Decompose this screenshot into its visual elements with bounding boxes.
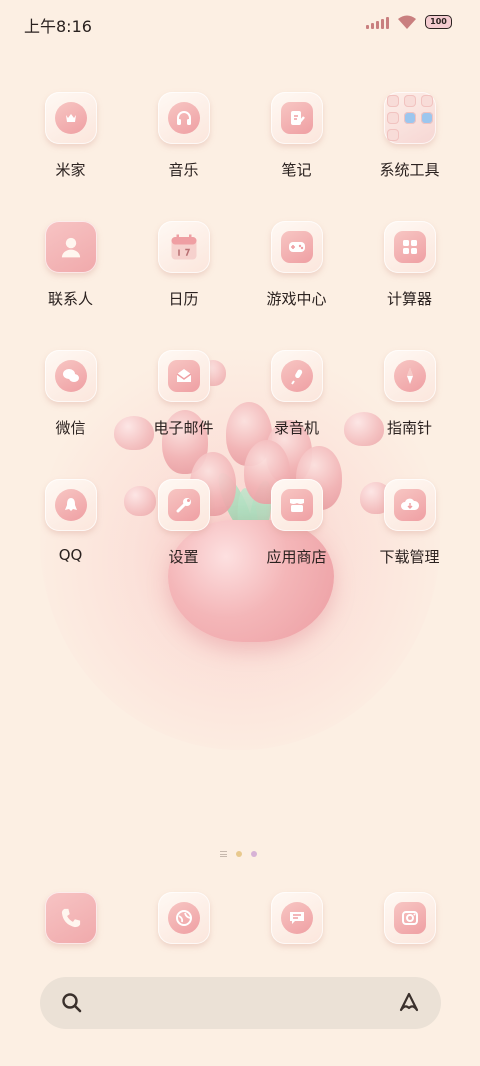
app-tile[interactable] (157, 350, 210, 402)
app-calendar[interactable]: 日历 (127, 217, 240, 346)
app-label: 微信 (55, 419, 86, 437)
compass-icon (393, 360, 426, 392)
page-indicator[interactable] (220, 851, 257, 857)
app-row: 米家 音乐 笔记 系统工具 (0, 88, 480, 217)
app-tile[interactable] (157, 92, 210, 144)
app-notes[interactable]: 笔记 (240, 88, 353, 217)
app-label: 应用商店 (266, 548, 327, 566)
person-icon (61, 237, 80, 258)
app-tile[interactable] (157, 221, 210, 273)
app-recorder[interactable]: 录音机 (240, 346, 353, 475)
app-game-center[interactable]: 游戏中心 (240, 217, 353, 346)
app-tile[interactable] (383, 892, 436, 944)
app-tile[interactable] (383, 221, 436, 273)
status-time: 上午8:16 (24, 17, 92, 36)
app-tile[interactable] (44, 892, 97, 944)
app-row: QQ 设置 应用商店 下载管理 (0, 475, 480, 604)
app-settings[interactable]: 设置 (127, 475, 240, 604)
app-contacts[interactable]: 联系人 (14, 217, 127, 346)
app-tile[interactable] (44, 350, 97, 402)
calendar-icon (171, 234, 196, 260)
battery-icon: 100 (425, 15, 452, 29)
app-email[interactable]: 电子邮件 (127, 346, 240, 475)
app-label: 电子邮件 (153, 419, 214, 437)
dock-browser[interactable] (127, 888, 240, 944)
app-wechat[interactable]: 微信 (14, 346, 127, 475)
app-label: 下载管理 (379, 548, 440, 566)
globe-icon (167, 902, 200, 934)
app-calculator[interactable]: 计算器 (353, 217, 466, 346)
headphones-icon (167, 102, 200, 134)
store-icon (280, 489, 313, 521)
calculator-icon (393, 231, 426, 263)
app-label: QQ (58, 546, 83, 564)
signal-icon (366, 15, 389, 29)
app-label: 计算器 (386, 290, 432, 308)
penguin-icon (54, 489, 87, 521)
app-label: 游戏中心 (266, 290, 327, 308)
app-tile[interactable] (383, 350, 436, 402)
dock (0, 888, 480, 944)
folder-icon[interactable] (383, 92, 436, 144)
app-label: 指南针 (386, 419, 432, 437)
search-input[interactable] (96, 989, 376, 1017)
app-tile[interactable] (270, 479, 323, 531)
cloud-download-icon (393, 489, 426, 521)
app-music[interactable]: 音乐 (127, 88, 240, 217)
pager-menu-icon[interactable] (220, 851, 227, 857)
envelope-icon (167, 360, 200, 392)
app-mijia[interactable]: 米家 (14, 88, 127, 217)
crown-face-icon (54, 102, 87, 134)
search-bar[interactable] (40, 977, 441, 1029)
app-qq[interactable]: QQ (14, 475, 127, 604)
app-tile[interactable] (44, 479, 97, 531)
app-tile[interactable] (270, 350, 323, 402)
page-dot-active[interactable] (236, 851, 242, 857)
dock-messages[interactable] (240, 888, 353, 944)
app-tile[interactable] (270, 221, 323, 273)
app-label: 音乐 (168, 161, 199, 179)
app-label: 联系人 (47, 290, 93, 308)
app-tile[interactable] (157, 892, 210, 944)
phone-icon (61, 908, 80, 928)
wrench-icon (167, 489, 200, 521)
app-system-tools[interactable]: 系统工具 (353, 88, 466, 217)
app-label: 录音机 (273, 419, 319, 437)
chat-bubbles-icon (54, 360, 87, 392)
app-downloads[interactable]: 下载管理 (353, 475, 466, 604)
app-row: 联系人 日历 游戏中心 计算器 (0, 217, 480, 346)
status-bar: 上午8:16 100 (0, 0, 480, 46)
app-app-store[interactable]: 应用商店 (240, 475, 353, 604)
app-row: 微信 电子邮件 录音机 指南针 (0, 346, 480, 475)
wifi-icon (398, 15, 416, 29)
app-tile[interactable] (157, 479, 210, 531)
search-icon[interactable] (60, 991, 84, 1015)
message-icon (280, 902, 313, 934)
app-label: 系统工具 (379, 161, 440, 179)
app-tile[interactable] (383, 479, 436, 531)
status-icons: 100 (366, 14, 452, 30)
app-label: 笔记 (281, 161, 312, 179)
folder-preview (386, 95, 433, 141)
gamepad-icon (280, 231, 313, 263)
page-dot[interactable] (251, 851, 257, 857)
assistant-icon[interactable] (395, 990, 423, 1016)
app-tile[interactable] (270, 892, 323, 944)
app-tile[interactable] (270, 92, 323, 144)
app-tile[interactable] (44, 221, 97, 273)
app-label: 设置 (168, 548, 199, 566)
app-label: 米家 (55, 161, 86, 179)
dock-camera[interactable] (353, 888, 466, 944)
app-label: 日历 (168, 290, 199, 308)
microphone-icon (280, 360, 313, 392)
note-pen-icon (280, 102, 313, 134)
app-compass[interactable]: 指南针 (353, 346, 466, 475)
app-grid: 米家 音乐 笔记 系统工具 联系人 日历 游戏中心 计算器 微信 电子邮件 录音… (0, 88, 480, 604)
app-tile[interactable] (44, 92, 97, 144)
camera-icon (393, 902, 426, 934)
dock-phone[interactable] (14, 888, 127, 944)
